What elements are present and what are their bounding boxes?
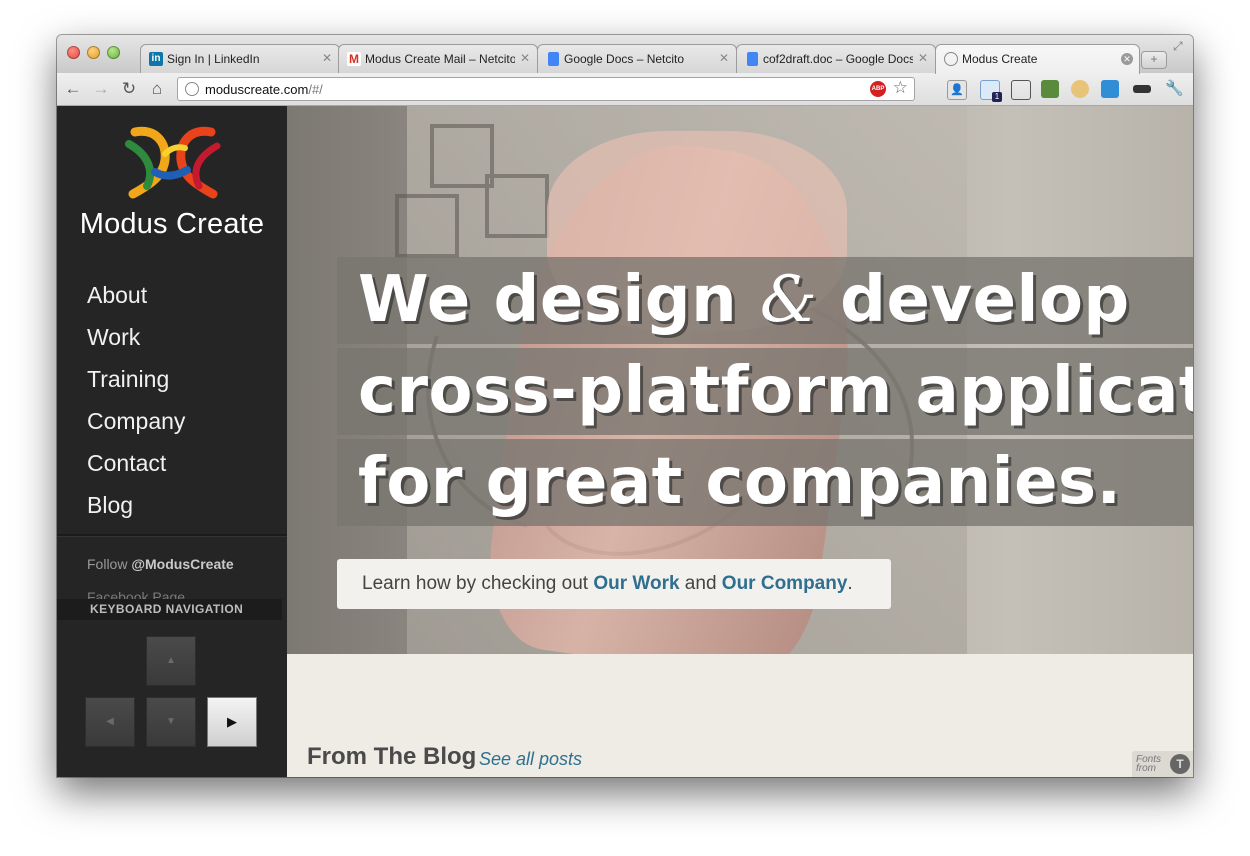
globe-icon	[944, 52, 958, 66]
wrench-icon[interactable]: 🔧	[1165, 80, 1184, 98]
key-down-button[interactable]: ▼	[146, 697, 196, 747]
key-right-button[interactable]: ▶	[207, 697, 257, 747]
window-zoom-button[interactable]	[107, 46, 120, 59]
extension-person-icon[interactable]: 👤	[947, 80, 967, 100]
tab-strip: in Sign In | LinkedIn ✕ M Modus Create M…	[57, 35, 1193, 74]
sidebar: Modus Create About Work Training Company…	[57, 106, 287, 777]
web-page: Modus Create About Work Training Company…	[57, 106, 1193, 777]
learn-suffix: .	[847, 573, 853, 594]
see-all-posts-link[interactable]: See all posts	[479, 749, 582, 770]
adblock-icon[interactable]: ABP	[870, 81, 886, 97]
tab-modus-create[interactable]: Modus Create ✕	[935, 44, 1140, 74]
window-minimize-button[interactable]	[87, 46, 100, 59]
emoji-face-icon[interactable]	[1071, 80, 1089, 98]
npr-icon[interactable]	[1133, 85, 1151, 93]
tab-title: Modus Create Mail – Netcito	[365, 52, 515, 66]
url-text: moduscreate.com/#/	[205, 82, 323, 97]
close-icon[interactable]: ✕	[519, 51, 531, 65]
brand-name[interactable]: Modus Create	[57, 208, 287, 241]
browser-toolbar: ← → ↻ ⌂ moduscreate.com/#/ ABP ☆ 👤 1 🔧	[57, 73, 1193, 106]
google-docs-icon	[747, 52, 758, 66]
modus-create-logo[interactable]	[125, 124, 221, 204]
forward-icon[interactable]: →	[91, 79, 111, 99]
learn-prefix: Learn how by checking out	[362, 573, 594, 594]
nav-item-company[interactable]: Company	[87, 406, 185, 448]
tab-title: Google Docs – Netcito	[564, 52, 685, 66]
ampersand: &	[759, 263, 818, 337]
our-work-link[interactable]: Our Work	[593, 573, 679, 594]
learn-mid: and	[679, 573, 722, 594]
hero-banner: We design & develop cross-platform appli…	[287, 106, 1193, 654]
tab-gmail[interactable]: M Modus Create Mail – Netcito ✕	[338, 44, 538, 73]
main-nav: About Work Training Company Contact Blog	[87, 280, 185, 532]
nav-item-training[interactable]: Training	[87, 364, 185, 406]
tab-google-docs[interactable]: Google Docs – Netcito ✕	[537, 44, 737, 73]
back-icon[interactable]: ←	[63, 79, 83, 99]
sidebar-divider	[57, 534, 287, 537]
nav-item-contact[interactable]: Contact	[87, 448, 185, 490]
tab-title: Sign In | LinkedIn	[167, 52, 260, 66]
nav-item-work[interactable]: Work	[87, 322, 185, 364]
typekit-icon: T	[1170, 754, 1190, 774]
gmail-icon: M	[347, 52, 361, 66]
close-icon[interactable]: ✕	[718, 51, 730, 65]
key-up-button[interactable]: ▲	[146, 636, 196, 686]
evernote-icon[interactable]	[1041, 80, 1059, 98]
fonts-from-typekit-badge[interactable]: Fonts from T	[1132, 751, 1193, 777]
extension-key-icon[interactable]: 1	[980, 80, 1002, 102]
key-left-button[interactable]: ◀	[85, 697, 135, 747]
window-close-button[interactable]	[67, 46, 80, 59]
linkedin-icon: in	[149, 52, 163, 66]
screen-capture-icon[interactable]	[1011, 80, 1031, 100]
close-icon[interactable]: ✕	[1121, 53, 1133, 65]
learn-more-box: Learn how by checking out Our Work and O…	[337, 559, 891, 609]
nav-item-blog[interactable]: Blog	[87, 490, 185, 532]
bookmark-star-icon[interactable]: ☆	[893, 78, 908, 98]
headline-line-2: cross-platform applications	[337, 348, 1193, 435]
extension-badge: 1	[992, 92, 1002, 102]
tab-linkedin[interactable]: in Sign In | LinkedIn ✕	[140, 44, 340, 73]
keyboard-navigation-bar: KEYBOARD NAVIGATION	[57, 599, 282, 620]
window-switch-icon[interactable]	[1101, 80, 1119, 98]
fullscreen-icon[interactable]: ⤢	[1173, 39, 1183, 54]
browser-window: in Sign In | LinkedIn ✕ M Modus Create M…	[57, 35, 1193, 777]
home-icon[interactable]: ⌂	[147, 79, 167, 99]
headline-line-1: We design & develop	[337, 257, 1193, 344]
headline-line-3: for great companies.	[337, 439, 1193, 526]
google-docs-icon	[548, 52, 559, 66]
tab-title: cof2draft.doc – Google Docs	[763, 52, 913, 66]
new-tab-button[interactable]: +	[1141, 51, 1167, 69]
close-icon[interactable]: ✕	[321, 51, 333, 65]
tab-title: Modus Create	[962, 52, 1038, 66]
our-company-link[interactable]: Our Company	[722, 573, 848, 594]
nav-item-about[interactable]: About	[87, 280, 185, 322]
twitter-follow-link[interactable]: Follow @ModusCreate	[87, 556, 234, 572]
fonts-badge-text: Fonts from	[1136, 754, 1162, 774]
blog-heading: From The Blog	[307, 743, 477, 770]
reload-icon[interactable]: ↻	[119, 79, 139, 99]
address-bar[interactable]: moduscreate.com/#/ ABP ☆	[177, 77, 915, 101]
keyboard-navigation-label: KEYBOARD NAVIGATION	[90, 602, 244, 616]
close-icon[interactable]: ✕	[917, 51, 929, 65]
tab-cof2draft[interactable]: cof2draft.doc – Google Docs ✕	[736, 44, 936, 73]
globe-icon	[185, 82, 199, 96]
